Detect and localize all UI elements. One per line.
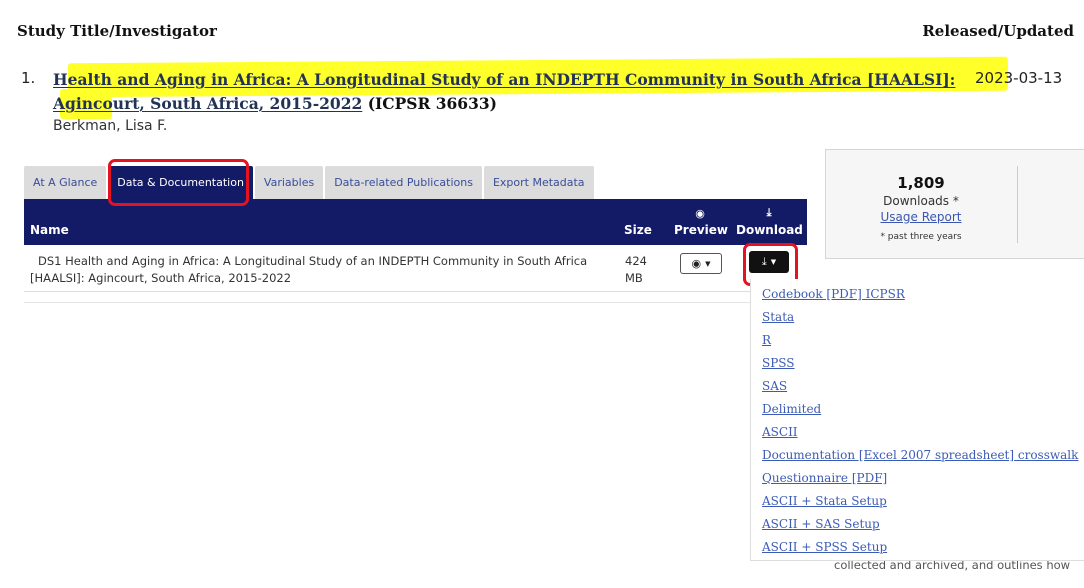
preview-dropdown-button[interactable]: ◉ ▼ bbox=[680, 253, 722, 274]
downloads-footnote: * past three years bbox=[880, 232, 962, 242]
menu-item-codebook-pdf[interactable]: Codebook [PDF] ICPSR bbox=[762, 287, 905, 301]
eye-icon: ◉ bbox=[695, 207, 705, 220]
table-bottom-border bbox=[24, 302, 752, 303]
stats-divider bbox=[1017, 166, 1018, 243]
tab-at-a-glance[interactable]: At A Glance bbox=[24, 166, 107, 199]
icpsr-number: (ICPSR 36633) bbox=[367, 94, 497, 113]
column-name: Name bbox=[30, 223, 69, 237]
download-format-menu: Codebook [PDF] ICPSR Stata R SPSS SAS De… bbox=[750, 279, 1084, 561]
downloads-count: 1,809 bbox=[897, 174, 945, 192]
menu-item-questionnaire-pdf[interactable]: Questionnaire [PDF] bbox=[762, 471, 887, 485]
usage-report-link[interactable]: Usage Report bbox=[826, 210, 1016, 224]
investigator: Berkman, Lisa F. bbox=[53, 118, 168, 134]
column-header-study-title: Study Title/Investigator bbox=[17, 22, 217, 40]
downloads-stats-panel: 1,809 Downloads * Usage Report * past th… bbox=[825, 149, 1084, 259]
release-date: 2023-03-13 bbox=[975, 69, 1063, 87]
tab-data-related-publications[interactable]: Data-related Publications bbox=[325, 166, 482, 199]
download-icon: ⤓ bbox=[766, 206, 772, 219]
menu-item-ascii-spss-setup[interactable]: ASCII + SPSS Setup bbox=[762, 540, 887, 554]
column-size: Size bbox=[624, 223, 652, 237]
dataset-size: 424 MB bbox=[625, 254, 647, 285]
table-row: DS1 Health and Aging in Africa: A Longit… bbox=[24, 245, 807, 292]
column-header-released: Released/Updated bbox=[922, 22, 1074, 40]
study-title: Health and Aging in Africa: A Longitudin… bbox=[53, 68, 983, 116]
menu-item-r[interactable]: R bbox=[762, 333, 771, 347]
study-title-link[interactable]: Health and Aging in Africa: A Longitudin… bbox=[53, 70, 955, 113]
menu-item-sas[interactable]: SAS bbox=[762, 379, 787, 393]
menu-item-ascii[interactable]: ASCII bbox=[762, 425, 798, 439]
tab-export-metadata[interactable]: Export Metadata bbox=[483, 166, 594, 199]
result-index: 1. bbox=[21, 69, 36, 87]
column-download: ⤓ Download bbox=[736, 206, 803, 237]
annotation-box-tab bbox=[108, 159, 249, 206]
column-preview: ◉ Preview bbox=[674, 207, 729, 237]
dataset-name: DS1 Health and Aging in Africa: A Longit… bbox=[30, 254, 588, 285]
menu-item-spss[interactable]: SPSS bbox=[762, 356, 795, 370]
menu-item-ascii-stata-setup[interactable]: ASCII + Stata Setup bbox=[762, 494, 887, 508]
menu-item-documentation-crosswalk[interactable]: Documentation [Excel 2007 spreadsheet] c… bbox=[762, 448, 1078, 462]
eye-icon: ◉ bbox=[691, 257, 702, 270]
menu-item-ascii-sas-setup[interactable]: ASCII + SAS Setup bbox=[762, 517, 880, 531]
caret-down-icon: ▼ bbox=[705, 259, 711, 268]
downloads-label: Downloads * bbox=[883, 194, 959, 208]
menu-item-delimited[interactable]: Delimited bbox=[762, 402, 821, 416]
menu-item-stata[interactable]: Stata bbox=[762, 310, 794, 324]
tab-variables[interactable]: Variables bbox=[254, 166, 324, 199]
